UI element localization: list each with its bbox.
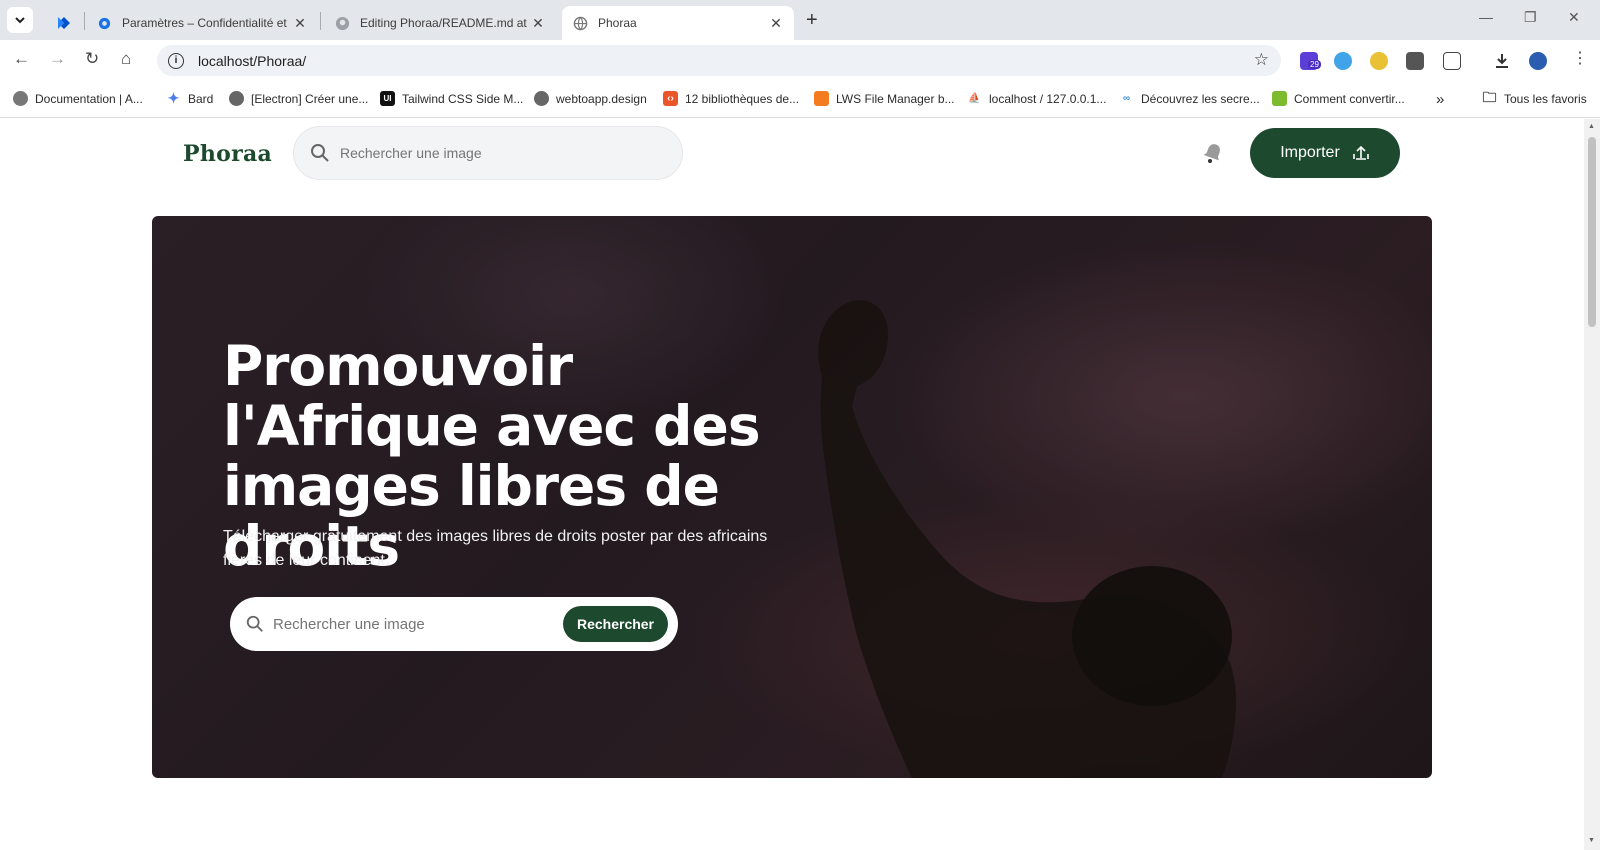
close-icon[interactable]: ✕ [768,15,784,32]
bookmark-item[interactable]: [Electron] Créer une... [229,91,368,106]
all-bookmarks-label: Tous les favoris [1504,91,1587,106]
extension-badge: 29 [1308,60,1321,69]
tab-title: Phoraa [598,16,637,30]
puzzle-icon[interactable] [1443,52,1461,70]
tab-separator [320,12,321,30]
leaf-icon [1272,91,1287,106]
search-button[interactable]: Rechercher [563,606,668,642]
bookmark-label: LWS File Manager b... [836,91,955,106]
jira-icon [56,15,72,31]
site-info-icon[interactable]: i [168,52,184,69]
header-search-input[interactable] [340,145,660,161]
bookmark-item[interactable]: ∞ Découvrez les secre... [1119,91,1260,106]
bookmark-item[interactable]: ⛵ localhost / 127.0.0.1... [967,91,1106,106]
url-text: localhost/Phoraa/ [198,52,307,69]
bookmark-label: Tailwind CSS Side M... [402,91,524,106]
tab-separator [84,12,85,30]
ui-icon: UI [380,91,395,106]
pma-icon: ⛵ [968,93,981,104]
page-scrollbar[interactable]: ▲ ▼ [1584,119,1600,850]
bookmark-item[interactable]: webtoapp.design [534,91,647,106]
avatar[interactable] [1529,52,1547,70]
search-icon [311,144,329,162]
w-extension-icon[interactable] [1406,52,1424,70]
extension-icon[interactable]: 29 [1300,52,1321,70]
import-button[interactable]: Importer [1250,128,1400,178]
scroll-up-icon[interactable]: ▲ [1588,123,1595,130]
github-icon [334,15,350,31]
bookmark-label: Découvrez les secre... [1141,91,1260,106]
forward-icon[interactable]: → [49,49,66,69]
reload-icon[interactable]: ↻ [85,49,99,69]
globe-icon [229,91,244,106]
bookmark-item[interactable]: ✦ Bard [166,90,214,106]
bookmarks-bar: Documentation | A... ✦ Bard [Electron] Cr… [0,80,1600,118]
bookmark-label: Comment convertir... [1294,91,1405,106]
search-icon [246,615,263,632]
import-button-label: Importer [1280,144,1340,161]
globe-icon [572,15,588,31]
tab-phoraa[interactable]: Phoraa ✕ [562,6,794,40]
home-icon[interactable]: ⌂ [121,49,131,69]
sparkle-icon: ✦ [167,90,180,106]
tab-github[interactable]: Editing Phoraa/README.md at ✕ [324,6,556,40]
folder-icon: 🗀 [1482,88,1497,105]
more-bookmarks-icon[interactable]: » [1436,91,1444,108]
bookmark-item[interactable]: Comment convertir... [1272,91,1405,106]
bookmark-label: [Electron] Créer une... [251,91,369,106]
all-bookmarks[interactable]: 🗀 Tous les favoris [1482,88,1587,106]
site-logo[interactable]: Phoraa [183,141,272,167]
tab-parametres[interactable]: Paramètres – Confidentialité et ✕ [86,6,318,40]
globe-icon [534,91,549,106]
extension-icon[interactable] [1370,52,1388,70]
tab-title: Paramètres – Confidentialité et [122,16,287,30]
browser-toolbar: ← → ↻ ⌂ i localhost/Phoraa/ ☆ 29 ⋮ [0,40,1600,80]
new-tab-icon[interactable]: + [806,9,818,32]
bookmark-label: Bard [188,91,214,106]
bookmark-star-icon[interactable]: ☆ [1254,50,1269,70]
header-search[interactable] [293,126,683,180]
back-icon[interactable]: ← [13,49,30,69]
scroll-down-icon[interactable]: ▼ [1588,837,1595,844]
code-icon: ‹› [663,91,678,106]
tab-jira[interactable] [46,6,84,40]
bookmark-item[interactable]: LWS File Manager b... [814,91,955,106]
bookmark-item[interactable]: Documentation | A... [13,91,143,106]
chevron-down-icon [15,17,25,24]
close-window-icon[interactable]: ✕ [1568,9,1580,26]
hero-search[interactable]: Rechercher [230,597,678,651]
bookmark-label: Documentation | A... [35,91,143,106]
gear-icon [96,15,112,31]
tab-search-button[interactable] [7,7,33,33]
close-icon[interactable]: ✕ [292,15,308,32]
hero-subtitle: Télécharger gratuitement des images libr… [223,528,768,569]
bookmark-label: webtoapp.design [556,91,647,106]
menu-icon[interactable]: ⋮ [1572,48,1588,68]
restore-icon[interactable]: ❐ [1524,9,1537,26]
globe-icon [13,91,28,106]
scrollbar-thumb[interactable] [1588,137,1596,327]
translate-icon[interactable] [1334,52,1352,70]
tab-bar: Paramètres – Confidentialité et ✕ Editin… [0,0,1600,40]
address-bar[interactable]: i localhost/Phoraa/ ☆ [157,45,1281,76]
minimize-icon[interactable]: — [1479,9,1493,25]
bookmark-item[interactable]: UI Tailwind CSS Side M... [380,91,523,106]
hero-search-input[interactable] [273,615,553,633]
page-content: Phoraa Importer Promouvoir l'Afrique ave… [0,119,1584,850]
close-icon[interactable]: ✕ [530,15,546,32]
download-icon[interactable] [1493,52,1511,70]
bookmark-label: 12 bibliothèques de... [685,91,800,106]
bookmark-item[interactable]: ‹› 12 bibliothèques de... [663,91,799,106]
bookmark-label: localhost / 127.0.0.1... [989,91,1107,106]
lws-icon [814,91,829,106]
link-icon: ∞ [1122,93,1131,104]
hero-banner: Promouvoir l'Afrique avec des images lib… [152,216,1432,778]
tab-title: Editing Phoraa/README.md at [360,16,527,30]
upload-icon [1352,145,1369,160]
bell-icon[interactable] [1201,141,1225,165]
